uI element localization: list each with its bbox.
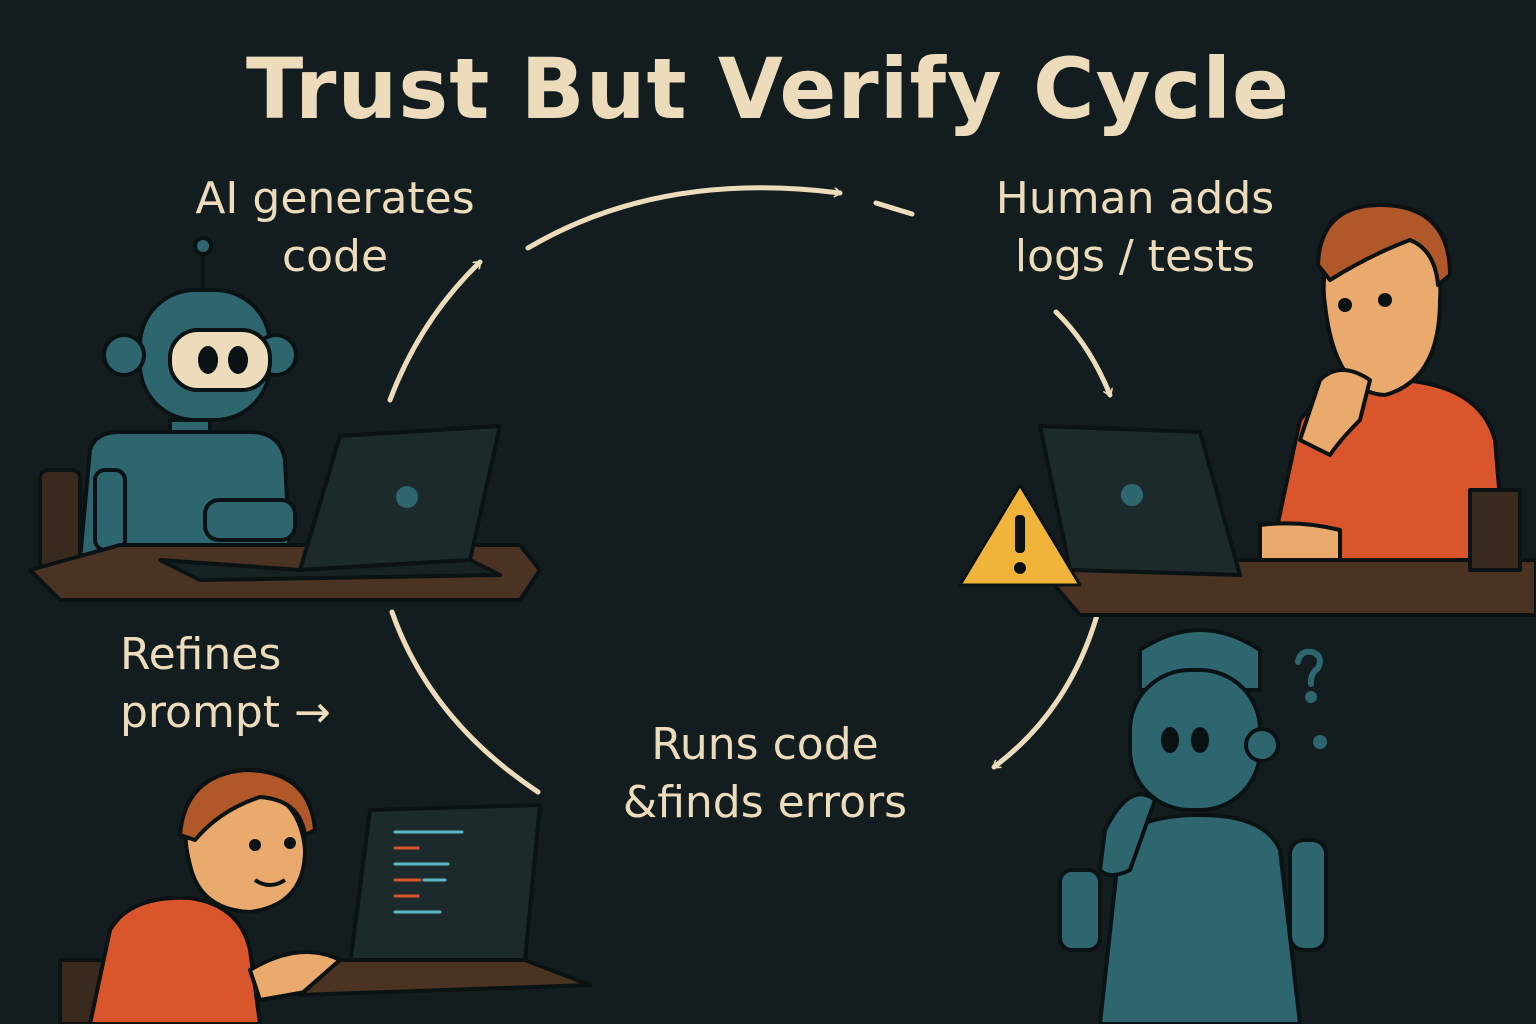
arrow-top-dash [873, 200, 915, 217]
arrow-to-runs-code [991, 609, 1101, 770]
arrow-top-arc [525, 185, 843, 251]
arrow-to-human-laptop [1053, 309, 1110, 398]
arrow-robot-to-label [387, 259, 483, 403]
cycle-arrows [387, 185, 1110, 795]
human-tester-icon [1038, 203, 1536, 617]
cycle-illustration [28, 185, 1536, 1024]
human-coder-icon [58, 768, 592, 1024]
confused-robot-icon [1058, 628, 1328, 1024]
arrow-left-arc [389, 609, 541, 795]
robot-coder-icon [28, 236, 542, 602]
question-marks-icon [1295, 648, 1327, 749]
